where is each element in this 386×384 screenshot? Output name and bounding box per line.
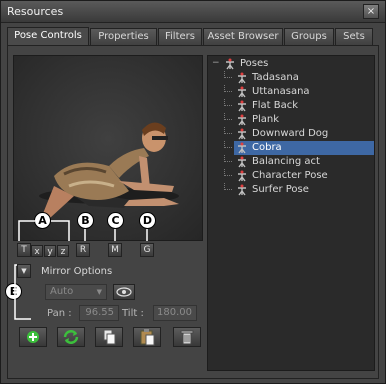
- pose-figure-icon: [238, 184, 246, 196]
- trash-icon: [180, 330, 194, 345]
- tree-item-label: Tadasana: [252, 72, 299, 83]
- tree-item-label: Flat Back: [252, 100, 299, 111]
- tree-item-plank[interactable]: Plank: [224, 113, 374, 127]
- tree-connector: [224, 141, 232, 148]
- pose-figure-icon: [238, 142, 246, 154]
- tree-item-label: Downward Dog: [252, 128, 329, 139]
- title-bar: Resources ×: [1, 1, 385, 23]
- mirror-collapse-toggle[interactable]: ▼: [17, 264, 31, 278]
- paste-icon: [140, 329, 155, 346]
- pose-figure-icon: [238, 170, 246, 182]
- tree-item-label: Plank: [252, 114, 280, 125]
- paste-pose-button[interactable]: [133, 327, 161, 347]
- tree-connector: [224, 127, 232, 134]
- tree-item-flat-back[interactable]: Flat Back: [224, 99, 374, 113]
- tree-root-poses[interactable]: Poses: [222, 57, 374, 71]
- rotate-button[interactable]: R: [76, 243, 90, 257]
- tab-properties[interactable]: Properties: [90, 28, 157, 46]
- tree-connector: [224, 85, 232, 92]
- y-axis-button[interactable]: y: [44, 245, 56, 257]
- tab-pose-controls[interactable]: Pose Controls: [7, 27, 89, 46]
- pose-figure-icon: [226, 58, 234, 70]
- tree-connector: [224, 155, 232, 162]
- tree-item-label: Surfer Pose: [252, 184, 309, 195]
- copy-icon: [103, 329, 116, 345]
- mirror-options-label: Mirror Options: [41, 266, 113, 277]
- tree-item-tadasana[interactable]: Tadasana: [224, 71, 374, 85]
- pose-library-tree[interactable]: − Poses Tadasana Uttanasana Flat Back Plank…: [207, 55, 375, 371]
- tab-bar: Pose Controls Properties Filters Asset B…: [7, 27, 379, 46]
- tilt-field[interactable]: 180.00: [153, 305, 197, 321]
- delete-pose-button[interactable]: [173, 327, 201, 347]
- tab-sets[interactable]: Sets: [335, 28, 373, 46]
- tab-groups[interactable]: Groups: [284, 28, 334, 46]
- collapse-icon[interactable]: −: [212, 58, 220, 68]
- translate-button[interactable]: T: [17, 243, 31, 257]
- tree-connector: [224, 71, 232, 78]
- pose-figure-icon: [238, 100, 246, 112]
- tree-item-balancing-act[interactable]: Balancing act: [224, 155, 374, 169]
- grab-button[interactable]: G: [140, 243, 154, 257]
- chevron-down-icon: ▼: [96, 288, 102, 296]
- eye-icon: [116, 287, 132, 297]
- mirror-mode-value: Auto: [50, 286, 74, 297]
- tab-asset-browser[interactable]: Asset Browser: [203, 28, 283, 46]
- tree-item-label: Character Pose: [252, 170, 328, 181]
- x-axis-button[interactable]: x: [31, 245, 43, 257]
- tilt-label: Tilt :: [122, 308, 144, 319]
- mirror-visibility-button[interactable]: [113, 284, 135, 300]
- tree-item-cobra[interactable]: Cobra: [224, 141, 374, 155]
- refresh-button[interactable]: [57, 327, 85, 347]
- add-icon: [27, 331, 39, 343]
- pose-figure-icon: [238, 114, 246, 126]
- refresh-icon: [63, 330, 79, 344]
- mirror-mode-dropdown[interactable]: Auto ▼: [45, 284, 107, 300]
- resources-window: Resources × Pose Controls Properties Fil…: [0, 0, 386, 384]
- tree-item-label: Cobra: [252, 142, 282, 153]
- close-button[interactable]: ×: [363, 4, 379, 19]
- move-button[interactable]: M: [108, 243, 122, 257]
- pose-figure-icon: [238, 86, 246, 98]
- tree-item-downward-dog[interactable]: Downward Dog: [224, 127, 374, 141]
- tree-connector: [224, 99, 232, 106]
- tree-item-label: Balancing act: [252, 156, 320, 167]
- window-title: Resources: [7, 5, 64, 18]
- chevron-down-icon: ▼: [21, 267, 27, 275]
- tree-connector: [224, 169, 232, 176]
- copy-pose-button[interactable]: [95, 327, 123, 347]
- tree-connector: [224, 113, 232, 120]
- tree-item-label: Uttanasana: [252, 86, 310, 97]
- pose-figure-icon: [238, 72, 246, 84]
- z-axis-button[interactable]: z: [57, 245, 69, 257]
- tree-item-uttanasana[interactable]: Uttanasana: [224, 85, 374, 99]
- pan-field[interactable]: 96.55: [79, 305, 119, 321]
- tree-item-surfer-pose[interactable]: Surfer Pose: [224, 183, 374, 197]
- tree-root-label: Poses: [240, 58, 269, 69]
- add-pose-button[interactable]: [19, 327, 47, 347]
- pan-label: Pan :: [47, 308, 72, 319]
- pose-figure-icon: [238, 156, 246, 168]
- callout-a-bracket: [18, 220, 70, 241]
- tree-item-character-pose[interactable]: Character Pose: [224, 169, 374, 183]
- pose-figure-icon: [238, 128, 246, 140]
- tree-connector: [224, 183, 232, 190]
- tab-filters[interactable]: Filters: [158, 28, 202, 46]
